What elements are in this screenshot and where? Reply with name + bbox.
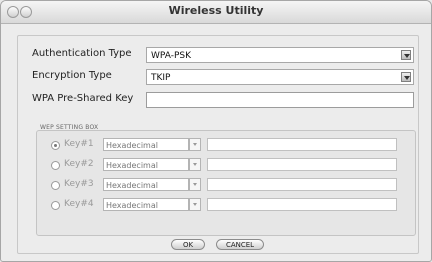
key2-label: Key#2 <box>64 159 94 169</box>
key1-format-value: Hexadecimal <box>106 141 158 150</box>
authentication-type-select[interactable]: WPA-PSK <box>146 47 414 63</box>
encryption-type-select[interactable]: TKIP <box>146 69 414 85</box>
chevron-down-icon <box>189 138 201 151</box>
authentication-type-value: WPA-PSK <box>151 51 191 61</box>
wep-setting-box: Key#1 Hexadecimal Key#2 Hexadecimal Key#… <box>36 130 416 236</box>
encryption-type-label: Encryption Type <box>32 70 112 81</box>
chevron-down-icon <box>189 158 201 171</box>
key1-radio[interactable] <box>51 141 60 150</box>
chevron-down-icon <box>189 198 201 211</box>
encryption-type-value: TKIP <box>151 73 171 83</box>
key3-radio[interactable] <box>51 181 60 190</box>
key4-radio[interactable] <box>51 201 60 210</box>
authentication-type-label: Authentication Type <box>32 48 132 59</box>
wireless-utility-window: Wireless Utility Authentication Type WPA… <box>0 0 432 262</box>
ok-button[interactable]: OK <box>171 239 205 250</box>
key1-value-input[interactable] <box>207 138 397 151</box>
key1-format-select[interactable]: Hexadecimal <box>103 138 201 151</box>
wpa-pre-shared-key-label: WPA Pre-Shared Key <box>32 93 134 104</box>
cancel-button[interactable]: CANCEL <box>216 239 264 250</box>
key3-format-select[interactable]: Hexadecimal <box>103 178 201 191</box>
key1-label: Key#1 <box>64 139 94 149</box>
key4-value-input[interactable] <box>207 198 397 211</box>
window-title: Wireless Utility <box>168 4 264 17</box>
key3-format-value: Hexadecimal <box>106 181 158 190</box>
key4-format-value: Hexadecimal <box>106 201 158 210</box>
chevron-down-icon <box>189 178 201 191</box>
key4-format-select[interactable]: Hexadecimal <box>103 198 201 211</box>
settings-panel: Authentication Type WPA-PSK Encryption T… <box>17 35 419 254</box>
key3-label: Key#3 <box>64 179 94 189</box>
key2-value-input[interactable] <box>207 158 397 171</box>
wpa-pre-shared-key-input[interactable] <box>146 92 414 108</box>
key3-value-input[interactable] <box>207 178 397 191</box>
key4-label: Key#4 <box>64 199 94 209</box>
chevron-down-icon <box>401 50 411 60</box>
title-bar: Wireless Utility <box>1 1 431 24</box>
chevron-down-icon <box>401 72 411 82</box>
key2-format-value: Hexadecimal <box>106 161 158 170</box>
key2-format-select[interactable]: Hexadecimal <box>103 158 201 171</box>
key2-radio[interactable] <box>51 161 60 170</box>
